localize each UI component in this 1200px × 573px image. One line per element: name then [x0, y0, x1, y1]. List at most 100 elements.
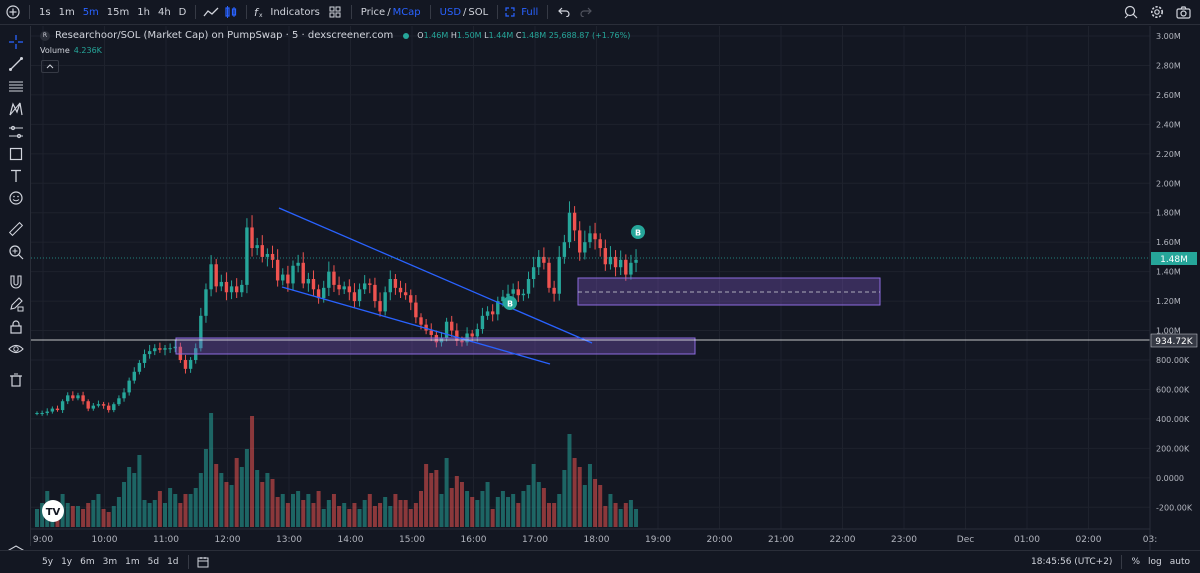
volume-bar	[111, 506, 116, 527]
candle-body	[234, 286, 239, 293]
interval-1s[interactable]: 1s	[35, 7, 55, 18]
crosshair-price-tag	[1150, 333, 1198, 348]
range-3m[interactable]: 3m	[99, 557, 122, 567]
interval-d[interactable]: D	[175, 7, 191, 18]
range-1y[interactable]: 1y	[57, 557, 76, 567]
sol-toggle[interactable]: SOL	[468, 7, 492, 18]
remove-drawings-tool[interactable]	[5, 370, 27, 390]
add-symbol-icon[interactable]	[2, 5, 24, 19]
wedge-lower-line[interactable]	[281, 286, 551, 365]
volume-bar	[547, 503, 551, 527]
interval-5m[interactable]: 5m	[79, 7, 103, 18]
log-toggle[interactable]: log	[1144, 557, 1166, 567]
candle-body	[96, 404, 101, 406]
volume-bar	[362, 500, 367, 527]
price-chart[interactable]: B B 3.00M 2.80M 2.60M 2.40M 2.20M 2.00M 1.80M 1…	[0, 0, 1200, 573]
trend-line-tool[interactable]	[5, 54, 27, 74]
clock[interactable]: 18:45:56 (UTC+2)	[1027, 557, 1116, 567]
buy-marker-2[interactable]	[631, 225, 645, 239]
candle-body	[306, 279, 311, 284]
stay-drawing-tool[interactable]	[5, 294, 27, 314]
interval-15m[interactable]: 15m	[103, 7, 133, 18]
camera-icon[interactable]	[1170, 5, 1196, 19]
symbol-logo-icon: R	[40, 30, 50, 41]
volume-bar	[250, 416, 255, 527]
line-chart-type-icon[interactable]	[201, 6, 221, 18]
range-5d[interactable]: 5d	[144, 557, 163, 567]
tradingview-logo[interactable]: TV	[42, 500, 64, 522]
candle-body	[316, 289, 321, 299]
mcap-toggle[interactable]: MCap	[393, 7, 425, 18]
hide-drawings-tool[interactable]	[5, 339, 27, 359]
shapes-tool[interactable]	[5, 144, 27, 164]
interval-4h[interactable]: 4h	[154, 7, 175, 18]
candle-body	[188, 360, 193, 369]
fullscreen-icon[interactable]	[503, 7, 517, 17]
volume-bar	[260, 482, 265, 527]
forecast-tool[interactable]	[5, 122, 27, 142]
range-1d[interactable]: 1d	[163, 557, 182, 567]
price-tick-label: 2.80M	[1156, 61, 1181, 70]
volume-bar	[239, 467, 244, 527]
price-axis[interactable]: 3.00M 2.80M 2.60M 2.40M 2.20M 2.00M 1.80M 1.60M…	[1149, 26, 1200, 550]
volume-value: 4.236K	[73, 46, 102, 55]
open-value: 1.46M	[423, 31, 449, 40]
indicators-button[interactable]: Indicators	[266, 7, 323, 18]
magnet-tool[interactable]	[5, 272, 27, 292]
layout-grid-icon[interactable]	[324, 6, 346, 18]
horizontal-lines-tool[interactable]	[5, 77, 27, 97]
auto-toggle[interactable]: auto	[1166, 557, 1194, 567]
separator	[29, 5, 30, 19]
percent-toggle[interactable]: %	[1127, 557, 1144, 567]
candle-body	[362, 283, 367, 290]
search-icon[interactable]	[1118, 5, 1144, 19]
emoji-tool[interactable]	[5, 188, 27, 208]
range-5y[interactable]: 5y	[38, 557, 57, 567]
volume-bar	[209, 413, 214, 527]
svg-text:TV: TV	[46, 507, 61, 518]
undo-icon[interactable]	[553, 7, 575, 17]
range-1m[interactable]: 1m	[121, 557, 144, 567]
crosshair-tool[interactable]	[5, 32, 27, 52]
text-tool[interactable]	[5, 166, 27, 186]
candle-body	[142, 354, 147, 363]
candlestick-chart-type-icon[interactable]	[221, 5, 241, 19]
candle-body	[132, 371, 136, 381]
range-6m[interactable]: 6m	[76, 557, 99, 567]
gear-icon[interactable]	[1144, 5, 1170, 19]
symbol-title[interactable]: Researchoor/SOL (Market Cap) on PumpSwap…	[55, 30, 393, 41]
buy-marker-1[interactable]	[503, 296, 517, 310]
volume-bar	[623, 503, 628, 527]
candle-body	[204, 289, 208, 316]
full-button[interactable]: Full	[517, 7, 542, 18]
demand-zone-upper[interactable]	[577, 277, 881, 306]
measure-tool[interactable]	[5, 219, 27, 239]
zoom-tool[interactable]	[5, 242, 27, 262]
time-axis[interactable]: 9:00 10:00 11:00 12:00 13:00 14:00 15:00 16:00 1…	[31, 528, 1157, 545]
volume-bar	[449, 488, 454, 527]
volume-bar	[567, 434, 572, 527]
volume-bar	[511, 494, 516, 527]
separator	[246, 5, 248, 19]
interval-1h[interactable]: 1h	[133, 7, 154, 18]
interval-1m[interactable]: 1m	[55, 7, 79, 18]
collapse-legend-button[interactable]	[41, 60, 59, 73]
candle-body	[219, 281, 224, 287]
redo-icon[interactable]	[575, 7, 597, 17]
volume-bar	[86, 503, 91, 527]
pattern-tool[interactable]	[5, 99, 27, 119]
price-toggle[interactable]: Price	[357, 7, 385, 18]
volume-label[interactable]: Volume	[40, 46, 70, 55]
wedge-upper-line[interactable]	[278, 207, 593, 344]
time-tick-label: 02:00	[1076, 535, 1102, 545]
calendar-icon[interactable]	[194, 556, 212, 568]
volume-bar	[173, 494, 178, 527]
indicators-icon[interactable]: fx	[252, 6, 266, 18]
bottom-toolbar: 5y 1y 6m 3m 1m 5d 1d 18:45:56 (UTC+2) % …	[0, 550, 1200, 573]
candle-body	[506, 293, 510, 297]
lock-drawings-tool[interactable]	[5, 317, 27, 337]
candle-body	[163, 348, 167, 350]
usd-toggle[interactable]: USD	[436, 7, 461, 18]
candle-body	[35, 413, 39, 415]
demand-zone-lower[interactable]	[175, 337, 696, 355]
